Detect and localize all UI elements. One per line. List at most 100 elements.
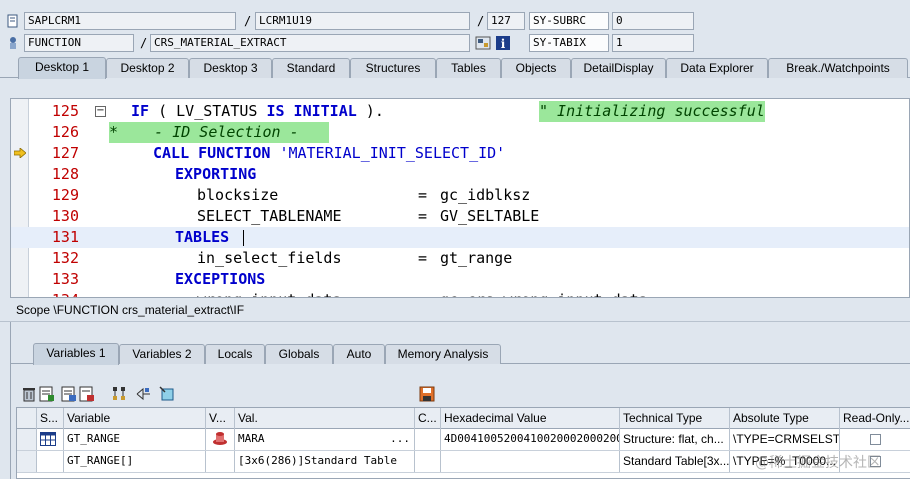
parameter-value: gt_range — [440, 249, 513, 267]
code-line[interactable]: 128 EXPORTING — [11, 164, 909, 185]
table-row[interactable]: GT_RANGE MARA ... 4D00410052004100200020… — [17, 429, 910, 451]
hex-value — [441, 451, 620, 472]
tab-locals[interactable]: Locals — [205, 344, 265, 364]
parameter-name: SELECT_TABLENAME — [197, 207, 342, 225]
keyword: EXCEPTIONS — [175, 270, 266, 288]
edit-list-icon[interactable] — [39, 386, 55, 402]
tab-auto[interactable]: Auto — [333, 344, 385, 364]
read-only-cell — [840, 429, 910, 450]
tab-detail-display[interactable]: DetailDisplay — [571, 58, 666, 78]
line-number: 125 — [51, 102, 79, 120]
change-cell — [415, 429, 441, 450]
value-ellipsis[interactable]: ... — [390, 429, 410, 449]
technical-type: Standard Table[3x... — [620, 451, 730, 472]
parameter-value: gc_idblksz — [440, 186, 531, 204]
keyword: IS INITIAL — [266, 102, 357, 120]
status-cell — [37, 451, 64, 472]
grid-header-hex[interactable]: Hexadecimal Value — [441, 408, 620, 429]
variable-name[interactable]: GT_RANGE — [64, 429, 206, 450]
tab-desktop-3[interactable]: Desktop 3 — [189, 58, 272, 78]
tab-standard[interactable]: Standard — [272, 58, 350, 78]
variables-panel: Variables 1 Variables 2 Locals Globals A… — [10, 322, 910, 479]
delete-icon[interactable] — [21, 386, 37, 402]
string-literal: 'MATERIAL_INIT_SELECT_ID' — [279, 144, 506, 162]
code-line[interactable]: 126 * - ID Selection - — [11, 122, 909, 143]
keyword: EXPORTING — [175, 165, 257, 183]
tab-data-explorer[interactable]: Data Explorer — [666, 58, 768, 78]
code-line-cursor[interactable]: 131 TABLES — [11, 227, 909, 248]
tab-desktop-2[interactable]: Desktop 2 — [106, 58, 189, 78]
line-number: 133 — [51, 270, 79, 288]
grid-header-technical-type[interactable]: Technical Type — [620, 408, 730, 429]
hex-value: 4D00410052004100200020002000... — [441, 429, 620, 450]
event-name-field[interactable]: CRS_MATERIAL_EXTRACT — [150, 34, 470, 52]
tab-objects[interactable]: Objects — [501, 58, 571, 78]
equals-sign: = — [418, 186, 428, 204]
change-value-icon[interactable] — [212, 432, 228, 446]
collapse-toggle-icon[interactable]: − — [95, 106, 106, 117]
tab-memory-analysis[interactable]: Memory Analysis — [385, 344, 501, 364]
code-line[interactable]: 132 in_select_fields = gt_range — [11, 248, 909, 269]
grid-header-value-indicator[interactable]: V... — [206, 408, 235, 429]
tab-variables-2[interactable]: Variables 2 — [119, 344, 205, 364]
table-structure-icon — [40, 432, 56, 446]
grid-header-change[interactable]: C... — [415, 408, 441, 429]
value-indicator-cell[interactable] — [206, 429, 235, 450]
tab-structures[interactable]: Structures — [350, 58, 436, 78]
code-line[interactable]: 129 blocksize = gc_idblksz — [11, 185, 909, 206]
sy-subrc-value[interactable]: 0 — [612, 12, 694, 30]
variable-name[interactable]: GT_RANGE[] — [64, 451, 206, 472]
row-selector[interactable] — [17, 451, 37, 472]
line-field[interactable]: 127 — [487, 12, 525, 30]
equals-sign: = — [418, 290, 427, 297]
comment-line: * - ID Selection - — [109, 122, 329, 143]
code-line[interactable]: 125 − IF ( LV_STATUS IS INITIAL ). " Ini… — [11, 101, 909, 122]
info-icon[interactable]: i — [496, 36, 510, 50]
code-line[interactable]: 133 EXCEPTIONS — [11, 269, 909, 290]
tab-tables[interactable]: Tables — [436, 58, 501, 78]
grid-header-status[interactable]: S... — [37, 408, 64, 429]
source-navigation-icon[interactable] — [475, 36, 491, 50]
code-line-current[interactable]: 127 CALL FUNCTION 'MATERIAL_INIT_SELECT_… — [11, 143, 909, 164]
line-number: 129 — [51, 186, 79, 204]
grid-header-absolute-type[interactable]: Absolute Type — [730, 408, 840, 429]
grid-header-variable[interactable]: Variable — [64, 408, 206, 429]
code-line[interactable]: 130 SELECT_TABLENAME = GV_SELTABLE — [11, 206, 909, 227]
variables-tabstrip: Variables 1 Variables 2 Locals Globals A… — [11, 342, 910, 365]
function-icon — [10, 37, 16, 49]
sy-subrc-label: SY-SUBRC — [529, 12, 609, 30]
hierarchy-icon[interactable] — [111, 386, 127, 402]
event-type-field[interactable]: FUNCTION — [24, 34, 134, 52]
line-number: 132 — [51, 249, 79, 267]
program-field[interactable]: SAPLCRM1 — [24, 12, 236, 30]
sy-tabix-label: SY-TABIX — [529, 34, 609, 52]
sy-tabix-value[interactable]: 1 — [612, 34, 694, 52]
parameter-name: blocksize — [197, 186, 279, 204]
navigate-icon[interactable] — [135, 386, 151, 402]
change-cell — [415, 451, 441, 472]
variable-value[interactable]: [3x6(286)]Standard Table — [235, 451, 415, 472]
status-cell — [37, 429, 64, 450]
save-variables-icon[interactable] — [79, 386, 95, 402]
current-statement-arrow-icon — [14, 148, 26, 158]
grid-header-read-only[interactable]: Read-Only... — [840, 408, 910, 429]
scope-text: Scope \FUNCTION crs_material_extract\IF — [16, 303, 245, 317]
include-field[interactable]: LCRM1U19 — [255, 12, 470, 30]
tab-desktop-1[interactable]: Desktop 1 — [18, 57, 106, 79]
save-icon[interactable] — [419, 386, 435, 402]
technical-type: Structure: flat, ch... — [620, 429, 730, 450]
grid-header-value[interactable]: Val. — [235, 408, 415, 429]
desktop-tabstrip: Desktop 1 Desktop 2 Desktop 3 Standard S… — [0, 56, 910, 79]
open-object-icon[interactable] — [159, 386, 175, 402]
code-fragment: ( LV_STATUS — [149, 102, 267, 120]
tab-breakpoints[interactable]: Break./Watchpoints — [768, 58, 908, 78]
program-icon — [7, 14, 18, 28]
load-variables-icon[interactable] — [61, 386, 77, 402]
variable-value[interactable]: MARA ... — [235, 429, 415, 450]
tab-globals[interactable]: Globals — [265, 344, 333, 364]
row-selector[interactable] — [17, 429, 37, 450]
code-line[interactable]: 134 wrong_input_data = gc_crs_wrong_inpu… — [11, 290, 909, 297]
source-code-editor[interactable]: 125 − IF ( LV_STATUS IS INITIAL ). " Ini… — [10, 98, 910, 298]
line-number: 130 — [51, 207, 79, 225]
tab-variables-1[interactable]: Variables 1 — [33, 343, 119, 365]
